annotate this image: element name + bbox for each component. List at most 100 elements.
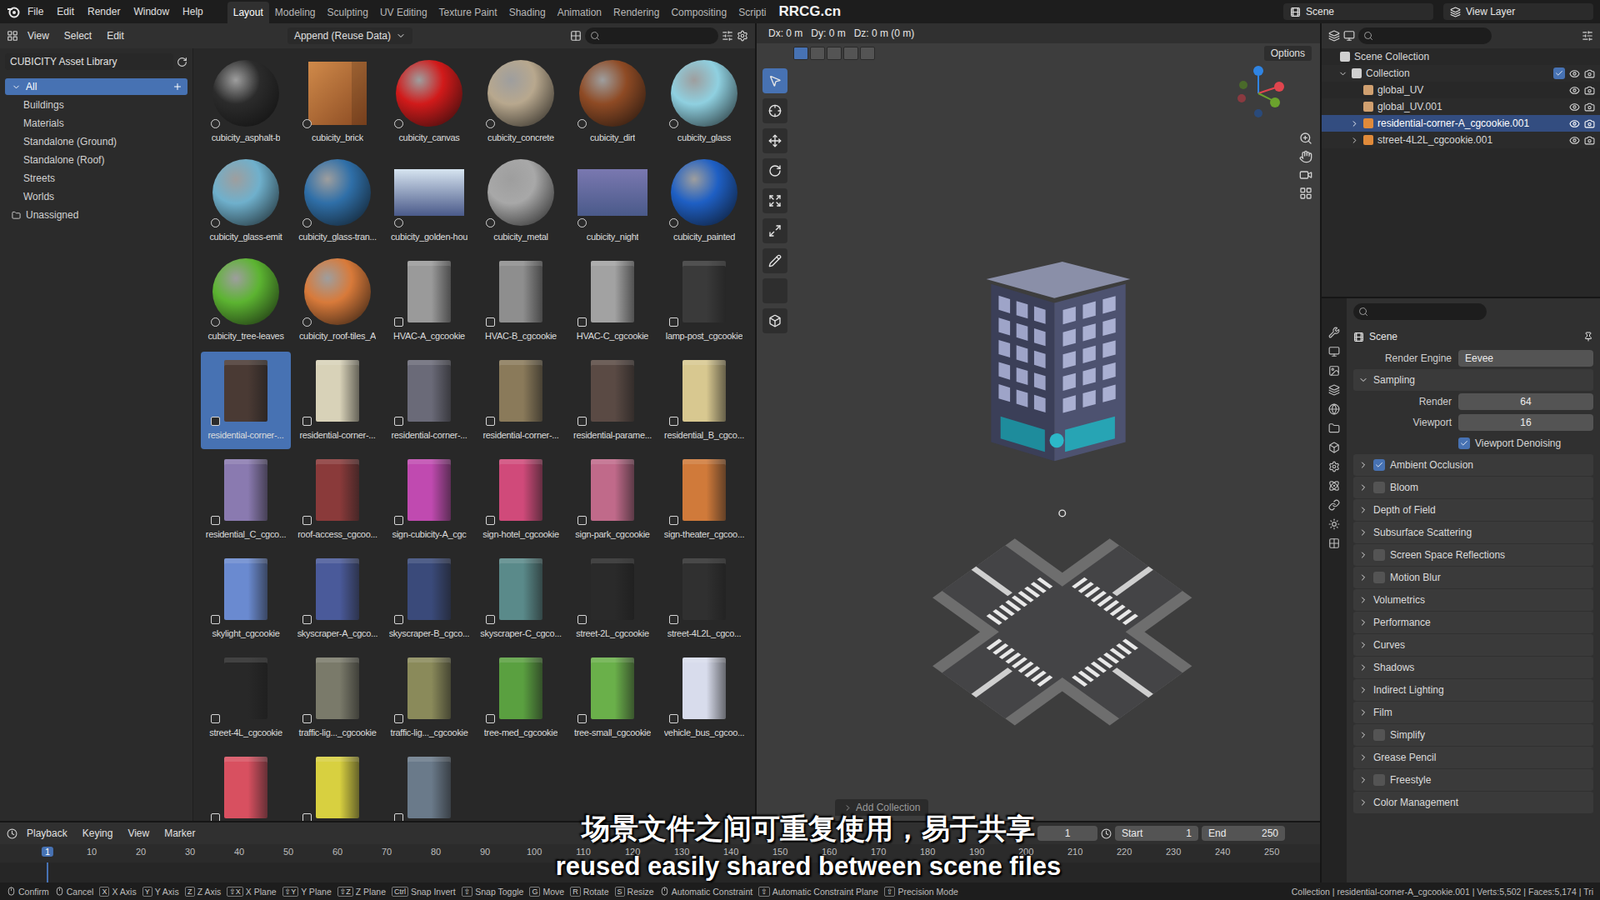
asset-thumbnail[interactable] <box>575 651 650 725</box>
select-tool[interactable] <box>762 68 788 94</box>
panel-header[interactable]: Screen Space Reflections <box>1353 544 1594 566</box>
asset-item[interactable]: street-4L_cgcookie <box>200 649 291 747</box>
render-engine-dropdown[interactable]: Eevee <box>1458 350 1594 367</box>
asset-thumbnail[interactable] <box>667 56 741 130</box>
asset-item[interactable]: cubicity_concrete <box>475 54 566 152</box>
asset-item[interactable]: cubicity_canvas <box>384 54 475 152</box>
asset-item[interactable]: residential-corner-... <box>384 351 475 450</box>
asset-thumbnail[interactable] <box>300 750 375 821</box>
library-dropdown[interactable]: CUBICITY Asset Library <box>5 53 174 70</box>
catalog-item[interactable]: Standalone (Roof) <box>5 151 188 169</box>
properties-tab-icon[interactable] <box>1328 422 1340 435</box>
panel-checkbox[interactable] <box>1373 729 1385 741</box>
asset-thumbnail[interactable] <box>484 155 558 230</box>
asset-item[interactable]: cubicity_brick <box>292 54 383 152</box>
asset-thumbnail[interactable] <box>392 552 466 626</box>
menu-item[interactable]: Window <box>127 2 175 21</box>
add-catalog-icon[interactable] <box>172 81 183 92</box>
select-mode-button[interactable] <box>843 46 859 60</box>
chevron-down-icon[interactable] <box>11 82 21 92</box>
editor-type-icon[interactable] <box>1328 30 1340 42</box>
eye-icon[interactable] <box>1569 101 1580 113</box>
workspace-tab[interactable]: Animation <box>551 1 608 24</box>
asset-item[interactable]: cubicity_night <box>567 153 658 251</box>
asset-item[interactable]: cubicity_golden-hou <box>384 153 475 251</box>
import-mode-dropdown[interactable]: Append (Reuse Data) <box>287 27 413 45</box>
menu-item[interactable]: View <box>121 824 155 843</box>
asset-thumbnail[interactable] <box>209 255 283 329</box>
asset-item[interactable]: residential-corner-... <box>200 351 291 450</box>
panel-header[interactable]: Film <box>1353 701 1594 724</box>
asset-thumbnail[interactable] <box>667 552 741 626</box>
panel-checkbox[interactable] <box>1373 774 1385 786</box>
viewport-canvas[interactable]: Add Collection <box>793 63 1292 821</box>
asset-thumbnail[interactable] <box>575 255 650 329</box>
camera-view-icon[interactable] <box>1299 168 1313 182</box>
move-tool[interactable] <box>762 128 788 154</box>
properties-tab-icon[interactable] <box>1328 441 1340 454</box>
menu-item[interactable]: Edit <box>50 2 80 21</box>
annotate-tool[interactable] <box>762 248 788 274</box>
number-field[interactable]: 16 <box>1458 414 1594 431</box>
asset-thumbnail[interactable] <box>575 453 650 527</box>
editor-type-icon[interactable] <box>6 30 19 42</box>
asset-thumbnail[interactable] <box>484 56 558 130</box>
asset-item[interactable] <box>200 748 291 821</box>
menu-item[interactable]: Render <box>81 2 126 21</box>
asset-item[interactable]: street-2L_cgcookie <box>567 550 658 648</box>
measure-tool[interactable] <box>762 278 788 304</box>
outliner-row[interactable]: global_UV <box>1321 81 1600 99</box>
asset-thumbnail[interactable] <box>300 354 375 428</box>
asset-item[interactable]: sign-park_cgcookie <box>567 450 658 549</box>
menu-item[interactable]: Help <box>176 2 210 21</box>
asset-thumbnail[interactable] <box>392 155 466 230</box>
menu-item[interactable]: Keying <box>76 824 120 843</box>
panel-checkbox[interactable] <box>1373 459 1385 471</box>
workspace-tab[interactable]: Texture Paint <box>433 1 504 24</box>
camera-icon[interactable] <box>1584 68 1595 80</box>
panel-header[interactable]: Subsurface Scattering <box>1353 521 1594 544</box>
asset-thumbnail[interactable] <box>300 155 375 230</box>
asset-thumbnail[interactable] <box>484 651 558 725</box>
asset-thumbnail[interactable] <box>392 750 466 821</box>
outliner-row[interactable]: street-4L2L_cgcookie.001 <box>1321 131 1600 149</box>
asset-item[interactable]: cubicity_tree-leaves <box>200 252 291 350</box>
panel-header[interactable]: Shadows <box>1353 656 1594 679</box>
camera-icon[interactable] <box>1584 118 1595 130</box>
camera-icon[interactable] <box>1584 135 1595 146</box>
workspace-tab[interactable]: Scripti <box>732 1 772 24</box>
panel-header[interactable]: Indirect Lighting <box>1353 679 1594 701</box>
catalog-item[interactable]: Streets <box>5 170 188 187</box>
add-cube-tool[interactable] <box>762 308 788 334</box>
asset-thumbnail[interactable] <box>667 354 741 428</box>
intersection-model[interactable] <box>932 538 1192 725</box>
editor-type-icon[interactable] <box>6 828 18 840</box>
outliner-row[interactable]: residential-corner-A_cgcookie.001 <box>1321 115 1600 132</box>
blender-logo-icon[interactable] <box>6 5 20 19</box>
playhead[interactable] <box>46 862 49 883</box>
scene-selector[interactable]: Scene <box>1283 3 1434 20</box>
asset-item[interactable] <box>384 748 475 821</box>
cursor-tool[interactable] <box>762 98 788 124</box>
catalog-item[interactable]: Buildings <box>5 96 188 114</box>
asset-item[interactable]: sign-cubicity-A_cgc <box>384 450 475 549</box>
asset-thumbnail[interactable] <box>392 453 466 527</box>
panel-header[interactable]: Volumetrics <box>1353 589 1594 611</box>
select-mode-button[interactable] <box>810 46 825 60</box>
asset-thumbnail[interactable] <box>392 651 466 725</box>
outliner-search-field[interactable] <box>1358 27 1492 45</box>
camera-icon[interactable] <box>1584 101 1595 113</box>
workspace-tab[interactable]: Modeling <box>269 1 322 24</box>
properties-tab-icon[interactable] <box>1328 326 1340 339</box>
workspace-tab[interactable]: Layout <box>227 1 270 24</box>
asset-item[interactable]: traffic-lig..._cgcookie <box>384 649 475 747</box>
filter-icon[interactable] <box>1581 30 1594 42</box>
asset-item[interactable]: roof-access_cgcoo... <box>292 450 383 549</box>
asset-thumbnail[interactable] <box>300 552 375 626</box>
clock-icon[interactable] <box>1100 828 1112 840</box>
menu-item[interactable]: Playback <box>20 824 74 843</box>
select-mode-button[interactable] <box>860 46 875 60</box>
outliner-row[interactable]: Scene Collection <box>1321 48 1600 65</box>
menu-item[interactable]: Edit <box>100 26 130 45</box>
workspace-tab[interactable]: Sculpting <box>321 1 375 24</box>
